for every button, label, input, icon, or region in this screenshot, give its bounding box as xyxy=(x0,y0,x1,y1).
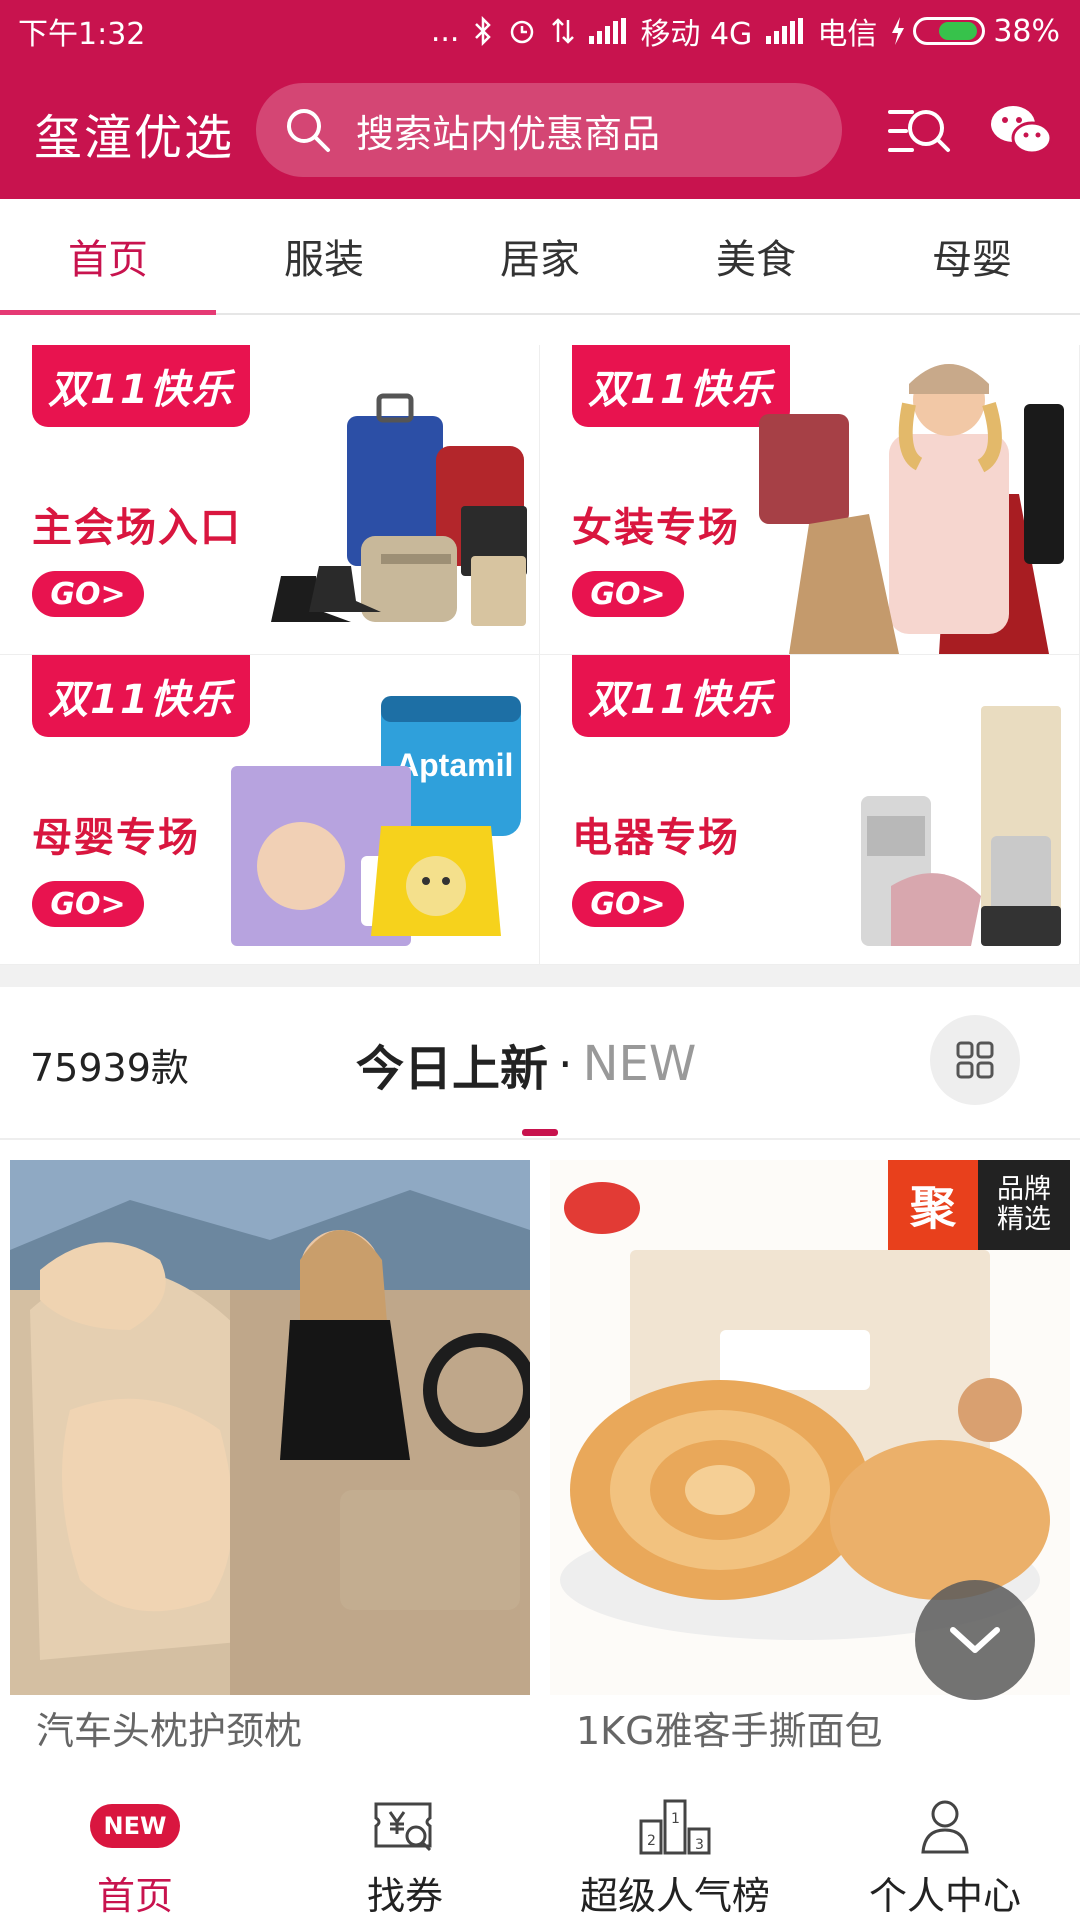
search-input[interactable]: 搜索站内优惠商品 xyxy=(256,83,842,177)
go-button[interactable]: GO> xyxy=(32,881,144,927)
section-title-cn: 今日上新 xyxy=(356,1041,549,1097)
banner-appliances[interactable]: 双11快乐 电器专场 GO> xyxy=(540,655,1080,965)
ranking-podium-icon: 2 1 3 xyxy=(639,1799,711,1854)
nav-label: 个人中心 xyxy=(868,1874,1021,1918)
banner-womens[interactable]: 双11快乐 女装专场 GO> xyxy=(540,345,1080,655)
section-title-en: NEW xyxy=(582,1036,697,1092)
tab-home[interactable]: 首页 xyxy=(0,199,216,315)
nav-label: 找券 xyxy=(366,1874,443,1918)
carrier1-label: 移动 4G xyxy=(640,17,753,52)
brand-tag-main: 聚 xyxy=(888,1160,978,1250)
section-underline xyxy=(522,1129,558,1136)
svg-text:2: 2 xyxy=(647,1833,656,1849)
section-title: 今日上新 · NEW xyxy=(356,1029,696,1099)
product-title: 1KG雅客手撕面包 xyxy=(576,1709,883,1753)
banner-title: 女装专场 xyxy=(572,505,740,551)
brand-tag-line2: 精选 xyxy=(997,1204,1051,1235)
filter-search-icon[interactable] xyxy=(886,98,952,164)
status-bar: 下午1:32 ... 移动 4G 电信 38% xyxy=(0,0,1080,62)
luggage-products-image xyxy=(271,393,527,626)
data-transfer-icon xyxy=(552,18,575,44)
section-divider xyxy=(0,965,1080,987)
brand-tag-line1: 品牌 xyxy=(997,1174,1051,1205)
product-grid: 汽车头枕护颈枕 聚 品牌 精选 1KG雅客手撕面包 xyxy=(0,1160,1080,1760)
svg-text:1: 1 xyxy=(671,1811,680,1827)
person-icon xyxy=(921,1800,969,1853)
tab-mother-baby[interactable]: 母婴 xyxy=(864,199,1080,313)
product-count: 75939款 xyxy=(30,1046,189,1090)
brand-logo: 玺潼优选 xyxy=(34,110,235,166)
scroll-down-button[interactable] xyxy=(915,1580,1035,1700)
banner-title: 电器专场 xyxy=(572,815,740,861)
baby-products-image: Aptamil xyxy=(231,696,521,946)
new-arrivals-header: 75939款 今日上新 · NEW xyxy=(0,987,1080,1140)
svg-text:3: 3 xyxy=(695,1837,704,1853)
banner-main-venue[interactable]: 双11快乐 主会场入口 GO> xyxy=(0,345,540,655)
battery-percent: 38% xyxy=(993,13,1060,49)
banner-title: 母婴专场 xyxy=(32,815,200,861)
svg-text:Aptamil: Aptamil xyxy=(396,747,513,783)
nav-coupons[interactable]: 找券 xyxy=(270,1778,540,1920)
appliances-image xyxy=(861,706,1061,946)
signal-icon xyxy=(589,18,627,44)
alarm-icon xyxy=(511,20,534,44)
double11-badge: 双11快乐 xyxy=(32,655,250,737)
go-button[interactable]: GO> xyxy=(572,571,684,617)
nav-profile[interactable]: 个人中心 xyxy=(810,1778,1080,1920)
nav-ranking[interactable]: 2 1 3 超级人气榜 xyxy=(540,1778,810,1920)
search-icon xyxy=(287,109,330,152)
nav-label: 首页 xyxy=(96,1874,173,1918)
double11-badge: 双11快乐 xyxy=(32,345,250,427)
product-image xyxy=(10,1160,530,1695)
go-button[interactable]: GO> xyxy=(32,571,144,617)
nav-label: 超级人气榜 xyxy=(579,1874,770,1918)
product-card[interactable]: 汽车头枕护颈枕 xyxy=(10,1160,530,1760)
car-pillow-image xyxy=(10,1160,530,1695)
category-tabs: 首页 服装 居家 美食 母婴 xyxy=(0,199,1080,315)
top-bar: 玺潼优选 搜索站内优惠商品 xyxy=(0,62,1080,199)
brand-tag-sub: 品牌 精选 xyxy=(978,1160,1070,1250)
go-button[interactable]: GO> xyxy=(572,881,684,927)
status-time: 下午1:32 xyxy=(18,17,146,52)
brand-select-tag: 聚 品牌 精选 xyxy=(888,1160,1070,1250)
new-badge-icon: NEW xyxy=(89,1803,181,1848)
coupon-search-icon xyxy=(374,1802,432,1851)
tab-food[interactable]: 美食 xyxy=(648,199,864,313)
chevron-down-icon xyxy=(950,1627,1000,1653)
tab-home-living[interactable]: 居家 xyxy=(432,199,648,313)
app-header: 下午1:32 ... 移动 4G 电信 38% 玺潼优选 搜索站内优惠商品 xyxy=(0,0,1080,199)
section-title-dot: · xyxy=(558,1037,573,1091)
signal-icon-2 xyxy=(766,18,804,44)
status-dots: ... xyxy=(430,13,460,49)
product-title: 汽车头枕护颈枕 xyxy=(36,1709,303,1753)
tab-clothing[interactable]: 服装 xyxy=(216,199,432,313)
battery-icon xyxy=(913,17,986,45)
battery-indicator: 38% xyxy=(891,14,1060,49)
nav-home[interactable]: NEW 首页 xyxy=(0,1778,270,1920)
womens-fashion-image xyxy=(759,364,1064,654)
charging-icon xyxy=(892,17,905,45)
banner-title: 主会场入口 xyxy=(32,505,242,551)
search-placeholder: 搜索站内优惠商品 xyxy=(356,111,661,156)
wechat-icon[interactable] xyxy=(988,98,1054,164)
layout-toggle-button[interactable] xyxy=(930,1015,1020,1105)
carrier2-label: 电信 xyxy=(817,17,878,52)
bottom-nav: NEW 首页 找券 2 1 3 超级人气榜 个人中心 xyxy=(0,1778,1080,1920)
grid-icon xyxy=(956,1041,994,1079)
promo-banners: 双11快乐 主会场入口 GO> 双11快乐 女装专场 GO> 双11快乐 母婴专… xyxy=(0,345,1080,965)
double11-badge: 双11快乐 xyxy=(572,655,790,737)
banner-mother-baby[interactable]: 双11快乐 母婴专场 GO> Aptamil xyxy=(0,655,540,965)
bluetooth-icon xyxy=(475,16,492,46)
